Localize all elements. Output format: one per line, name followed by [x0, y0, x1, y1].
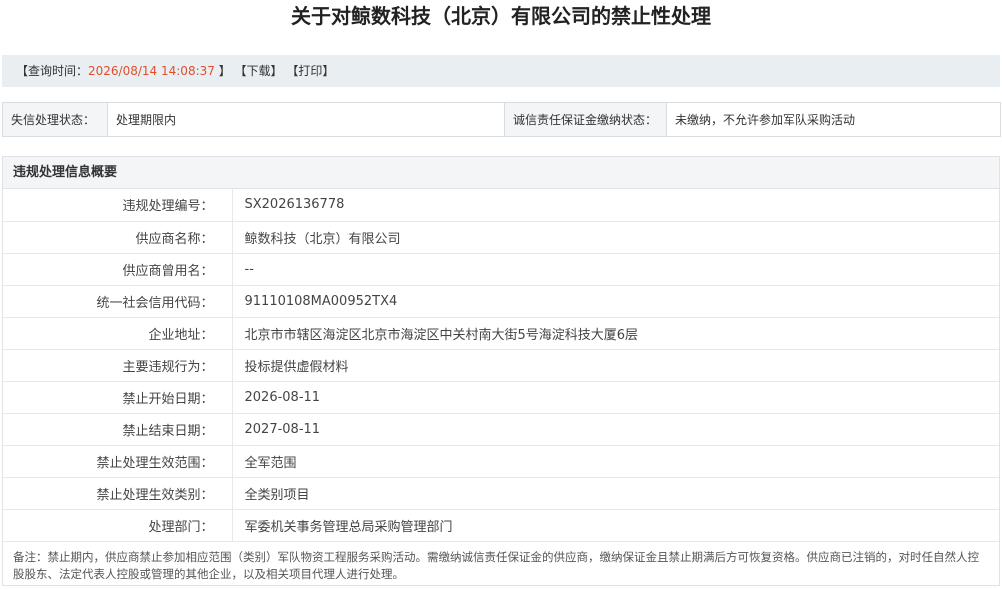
- address-value: 北京市市辖区海淀区北京市海淀区中关村南大街5号海淀科技大厦6层: [232, 317, 999, 350]
- table-row: 禁止处理生效类别： 全类别项目: [3, 477, 999, 510]
- row-label: 禁止结束日期：: [3, 413, 233, 446]
- ban-end-date-value: 2027-08-11: [232, 413, 999, 446]
- page-title: 关于对鲸数科技（北京）有限公司的禁止性处理: [291, 4, 711, 28]
- department-value: 军委机关事务管理总局采购管理部门: [232, 509, 999, 542]
- effective-scope-value: 全军范围: [232, 445, 999, 478]
- table-row: 处理部门： 军委机关事务管理总局采购管理部门: [3, 509, 999, 542]
- credit-status-value: 处理期限内: [107, 102, 505, 137]
- row-label: 供应商曾用名：: [3, 253, 233, 286]
- query-time-label: 【查询时间：: [16, 64, 89, 78]
- status-table: 失信处理状态： 处理期限内 诚信责任保证金缴纳状态： 未缴纳，不允许参加军队采购…: [2, 102, 1001, 137]
- query-time-value: 2026/08/14 14:08:37: [88, 64, 215, 78]
- violation-behavior-value: 投标提供虚假材料: [232, 349, 999, 382]
- query-time-close: 】: [214, 64, 231, 78]
- table-row: 企业地址： 北京市市辖区海淀区北京市海淀区中关村南大街5号海淀科技大厦6层: [3, 317, 999, 350]
- table-row: 禁止处理生效范围： 全军范围: [3, 445, 999, 478]
- effective-category-value: 全类别项目: [232, 477, 999, 510]
- table-row: 违规处理编号： SX2026136778: [3, 189, 999, 222]
- remark-note: 备注：禁止期内，供应商禁止参加相应范围（类别）军队物资工程服务采购活动。需缴纳诚…: [13, 549, 979, 581]
- row-label: 主要违规行为：: [3, 349, 233, 382]
- violation-info-panel: 违规处理信息概要 违规处理编号： SX2026136778 供应商名称： 鲸数科技（…: [2, 156, 1000, 586]
- table-row: 供应商名称： 鲸数科技（北京）有限公司: [3, 221, 999, 254]
- table-row: 统一社会信用代码： 91110108MA00952TX4: [3, 285, 999, 318]
- violation-info-table: 违规处理编号： SX2026136778 供应商名称： 鲸数科技（北京）有限公司 供…: [3, 189, 999, 542]
- print-link[interactable]: 【打印】: [286, 64, 334, 78]
- deposit-status-label: 诚信责任保证金缴纳状态：: [504, 102, 667, 137]
- row-label: 禁止开始日期：: [3, 381, 233, 414]
- status-row: 失信处理状态： 处理期限内 诚信责任保证金缴纳状态： 未缴纳，不允许参加军队采购…: [2, 102, 1001, 137]
- table-row: 主要违规行为： 投标提供虚假材料: [3, 349, 999, 382]
- table-row: 禁止结束日期： 2027-08-11: [3, 413, 999, 446]
- query-bar: 【查询时间：2026/08/14 14:08:37 】 【下载】 【打印】: [2, 55, 1000, 87]
- deposit-status-value: 未缴纳，不允许参加军队采购活动: [666, 102, 1001, 137]
- section-title: 违规处理信息概要: [3, 157, 999, 189]
- ban-start-date-value: 2026-08-11: [232, 381, 999, 414]
- violation-number-value: SX2026136778: [232, 189, 999, 222]
- credit-status-label: 失信处理状态：: [2, 102, 108, 137]
- row-label: 违规处理编号：: [3, 189, 233, 222]
- table-row: 供应商曾用名： --: [3, 253, 999, 286]
- row-label: 企业地址：: [3, 317, 233, 350]
- supplier-name-value: 鲸数科技（北京）有限公司: [232, 221, 999, 254]
- table-row: 禁止开始日期： 2026-08-11: [3, 381, 999, 414]
- former-name-value: --: [232, 253, 999, 286]
- download-link[interactable]: 【下载】: [235, 64, 283, 78]
- credit-code-value: 91110108MA00952TX4: [232, 285, 999, 318]
- row-label: 禁止处理生效类别：: [3, 477, 233, 510]
- row-label: 禁止处理生效范围：: [3, 445, 233, 478]
- row-label: 处理部门：: [3, 509, 233, 542]
- row-label: 供应商名称：: [3, 221, 233, 254]
- row-label: 统一社会信用代码：: [3, 285, 233, 318]
